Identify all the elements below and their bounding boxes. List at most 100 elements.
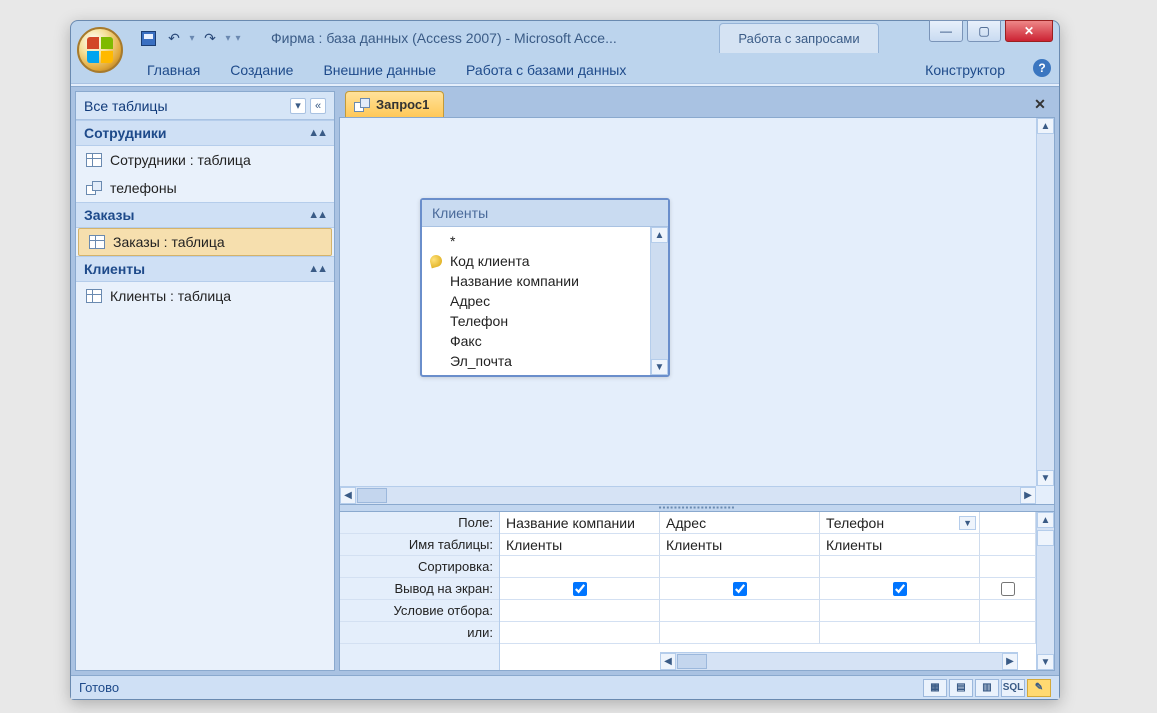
ribbon-tab-design[interactable]: Конструктор [911, 57, 1019, 83]
grid-cell-criteria[interactable] [660, 600, 820, 622]
grid-cell-table[interactable]: Клиенты [500, 534, 660, 556]
document-close-button[interactable]: ✕ [1031, 95, 1049, 113]
grid-cell-show[interactable] [660, 578, 820, 600]
column-selector[interactable] [1037, 530, 1054, 546]
nav-header[interactable]: Все таблицы ▾ « [76, 92, 334, 120]
scroll-down-icon[interactable]: ▼ [1037, 654, 1054, 670]
redo-dropdown[interactable]: ▾ [225, 33, 231, 44]
grid-cell-empty[interactable] [980, 622, 1036, 644]
nav-collapse-icon[interactable]: « [310, 98, 326, 114]
pane-splitter[interactable]: ▪▪▪▪▪▪▪▪▪▪▪▪▪▪▪▪▪▪▪▪ [340, 504, 1054, 512]
nav-item[interactable]: Заказы : таблица [78, 228, 332, 256]
field-item[interactable]: Код клиента [422, 251, 650, 271]
grid-cell-field[interactable]: Телефон [820, 512, 980, 534]
grid-cell-empty[interactable] [980, 600, 1036, 622]
client-area: Все таблицы ▾ « Сотрудники▲▲ Сотрудники :… [71, 87, 1059, 675]
view-button[interactable]: ✎ [1027, 679, 1051, 697]
lower-vertical-scrollbar[interactable]: ▲ ▼ [1036, 512, 1054, 670]
grid-cell-criteria[interactable] [500, 600, 660, 622]
nav-group-header[interactable]: Сотрудники▲▲ [76, 120, 334, 146]
grid-cell-or[interactable] [500, 622, 660, 644]
grid-cell-sort[interactable] [500, 556, 660, 578]
scroll-track[interactable] [651, 243, 668, 359]
field-item[interactable]: Эл_почта [422, 351, 650, 371]
field-item[interactable]: Название компании [422, 271, 650, 291]
field-list[interactable]: *Код клиентаНазвание компанииАдресТелефо… [422, 227, 650, 375]
grid-cell-sort[interactable] [820, 556, 980, 578]
minimize-button[interactable]: ― [929, 20, 963, 42]
grid-cell-criteria[interactable] [820, 600, 980, 622]
qat-customize[interactable]: ▾ [235, 33, 241, 44]
grid-cell-table[interactable]: Клиенты [820, 534, 980, 556]
show-checkbox[interactable] [893, 582, 907, 596]
nav-group-header[interactable]: Клиенты▲▲ [76, 256, 334, 282]
table-box-title[interactable]: Клиенты [422, 200, 668, 227]
undo-dropdown[interactable]: ▾ [189, 33, 195, 44]
field-item[interactable]: Факс [422, 331, 650, 351]
nav-item-label: телефоны [110, 180, 177, 196]
maximize-button[interactable]: ▢ [967, 20, 1001, 42]
show-checkbox[interactable] [573, 582, 587, 596]
field-list-scrollbar[interactable]: ▲ ▼ [650, 227, 668, 375]
table-field-list[interactable]: Клиенты *Код клиентаНазвание компанииАдр… [420, 198, 670, 377]
scroll-up-icon[interactable]: ▲ [651, 227, 668, 243]
nav-item-label: Сотрудники : таблица [110, 152, 251, 168]
scroll-right-icon[interactable]: ▶ [1002, 653, 1018, 670]
scroll-down-icon[interactable]: ▼ [651, 359, 668, 375]
scroll-up-icon[interactable]: ▲ [1037, 118, 1054, 134]
grid-cell-or[interactable] [660, 622, 820, 644]
field-item[interactable]: Адрес [422, 291, 650, 311]
scroll-down-icon[interactable]: ▼ [1037, 470, 1054, 486]
upper-vertical-scrollbar[interactable]: ▲ ▼ [1036, 118, 1054, 486]
document-tab-label: Запрос1 [376, 97, 429, 112]
scroll-thumb[interactable] [677, 654, 707, 669]
grid-cell-or[interactable] [820, 622, 980, 644]
nav-item[interactable]: телефоны [76, 174, 334, 202]
redo-button[interactable]: ↷ [199, 27, 221, 49]
scroll-thumb[interactable] [357, 488, 387, 503]
office-button[interactable] [77, 27, 123, 73]
view-button[interactable]: ▥ [975, 679, 999, 697]
ribbon-tab-create[interactable]: Создание [216, 57, 307, 83]
grid-cell-empty[interactable] [980, 578, 1036, 600]
field-item[interactable]: * [422, 231, 650, 251]
grid-cell-empty[interactable] [980, 556, 1036, 578]
upper-horizontal-scrollbar[interactable]: ◀ ▶ [340, 486, 1036, 504]
grid-row-label: Поле: [340, 512, 499, 534]
query-icon [86, 181, 102, 195]
view-button[interactable]: ▦ [923, 679, 947, 697]
grid-cell-show[interactable] [500, 578, 660, 600]
view-button[interactable]: SQL [1001, 679, 1025, 697]
help-button[interactable]: ? [1033, 59, 1051, 77]
save-icon [141, 31, 156, 46]
window-title: Фирма : база данных (Access 2007) - Micr… [271, 30, 617, 46]
undo-button[interactable]: ↶ [163, 27, 185, 49]
nav-item[interactable]: Клиенты : таблица [76, 282, 334, 310]
lower-horizontal-scrollbar[interactable]: ◀ ▶ [660, 652, 1018, 670]
grid-cell-field[interactable]: Адрес [660, 512, 820, 534]
ribbon-tab-home[interactable]: Главная [133, 57, 214, 83]
save-button[interactable] [137, 27, 159, 49]
ribbon-tab-dbtools[interactable]: Работа с базами данных [452, 57, 640, 83]
grid-cell-empty[interactable] [980, 534, 1036, 556]
ribbon-tabs: Главная Создание Внешние данные Работа с… [71, 55, 1059, 83]
view-button[interactable]: ▤ [949, 679, 973, 697]
grid-cell-field[interactable]: Название компании [500, 512, 660, 534]
field-item[interactable]: Телефон [422, 311, 650, 331]
grid-cell-empty[interactable] [980, 512, 1036, 534]
scroll-up-icon[interactable]: ▲ [1037, 512, 1054, 528]
scroll-left-icon[interactable]: ◀ [660, 653, 676, 670]
nav-dropdown-icon[interactable]: ▾ [290, 98, 306, 114]
scroll-left-icon[interactable]: ◀ [340, 487, 356, 504]
show-checkbox[interactable] [733, 582, 747, 596]
nav-group-header[interactable]: Заказы▲▲ [76, 202, 334, 228]
ribbon-tab-external[interactable]: Внешние данные [309, 57, 450, 83]
close-button[interactable]: ✕ [1005, 20, 1053, 42]
grid-cell-table[interactable]: Клиенты [660, 534, 820, 556]
nav-item[interactable]: Сотрудники : таблица [76, 146, 334, 174]
document-tab[interactable]: Запрос1 [345, 91, 444, 117]
grid-cell-sort[interactable] [660, 556, 820, 578]
scroll-right-icon[interactable]: ▶ [1020, 487, 1036, 504]
design-upper-pane[interactable]: Клиенты *Код клиентаНазвание компанииАдр… [340, 118, 1054, 486]
grid-cell-show[interactable] [820, 578, 980, 600]
